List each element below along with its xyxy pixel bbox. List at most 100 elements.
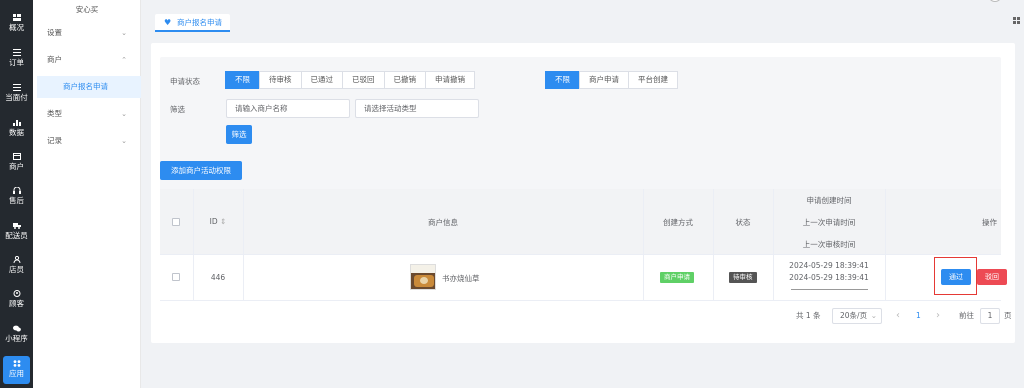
page-size-select[interactable]: 20条/页 ⌄: [832, 308, 882, 324]
source-option-platform-created[interactable]: 平台创建: [628, 71, 678, 89]
status-header: 状态: [735, 218, 751, 227]
add-merchant-activity-permission-button[interactable]: 添加商户活动权限: [160, 161, 242, 180]
source-option-merchant-apply[interactable]: 商户申请: [579, 71, 629, 89]
grid-menu-icon[interactable]: [1013, 17, 1020, 24]
page-size-value: 20条/页: [840, 311, 868, 320]
chevron-down-icon: ⌄: [121, 29, 127, 37]
apply-created-time-header: 申请创建时间: [806, 196, 852, 205]
submenu-item-label: 商户: [47, 55, 62, 64]
merchant-store-icon: [12, 153, 21, 160]
rail-item-staff[interactable]: 店员: [0, 256, 33, 275]
rail-item-label: 当面付: [5, 93, 28, 102]
staff-icon: [13, 256, 20, 263]
next-page-button[interactable]: ›: [936, 307, 940, 325]
current-page-number[interactable]: 1: [916, 307, 921, 325]
last-apply-time-header: 上一次申请时间: [802, 218, 856, 227]
merchant-logo-banner: [411, 265, 435, 273]
main-nav-rail: 概况 订单 当面付 数据 商户 售后 配送员 店员 顾客 小程序 应用: [0, 0, 33, 388]
rail-item-face-pay[interactable]: 当面付: [0, 84, 33, 103]
status-filter-label: 申请状态: [170, 77, 200, 86]
data-chart-icon: [12, 120, 21, 126]
last-review-time-header: 上一次审核时间: [802, 240, 856, 249]
actions-header: 操作: [982, 218, 997, 227]
goto-label: 前往: [959, 311, 974, 320]
apply-created-time: 2024-05-29 18:39:41: [789, 261, 869, 270]
rail-item-label: 顾客: [9, 299, 24, 308]
sub-nav: 安心买 设置 ⌄ 商户 ⌃ 商户报名申请 类型 ⌄ 记录 ⌄: [33, 0, 141, 388]
row-checkbox[interactable]: [172, 273, 180, 281]
rail-item-label: 应用: [9, 369, 24, 378]
id-column-header[interactable]: ID ⇕: [193, 217, 243, 226]
headset-icon: [12, 187, 21, 194]
chevron-down-icon: ⌄: [121, 110, 127, 118]
shop-name: 安心买: [75, 5, 99, 14]
create-method-header: 创建方式: [663, 218, 693, 227]
filter-button[interactable]: 筛选: [226, 125, 252, 144]
chevron-down-icon: ⌄: [870, 311, 877, 320]
face-pay-icon: [12, 84, 21, 91]
delivery-icon: [12, 223, 21, 229]
submenu-item-label: 商户报名申请: [63, 82, 108, 91]
status-segmented-control: 不限 待审核 已通过 已驳回 已撤销 申请撤销: [225, 71, 475, 89]
submenu-item-label: 记录: [47, 136, 62, 145]
activity-type-select[interactable]: 请选择活动类型: [355, 99, 479, 118]
sort-icon[interactable]: ⇕: [220, 217, 226, 226]
status-option-revoke-requested[interactable]: 申请撤销: [425, 71, 475, 89]
submenu-item-merchant[interactable]: 商户 ⌃: [33, 50, 141, 70]
create-method-tag: 商户申请: [660, 272, 694, 283]
table-row: 446 书亦烧仙草 商户申请 待审核 2024-05-29 18:39:41 2…: [160, 255, 1007, 301]
rail-item-delivery[interactable]: 配送员: [0, 222, 33, 241]
rail-item-data[interactable]: 数据: [0, 119, 33, 138]
approve-button[interactable]: 通过: [941, 269, 971, 285]
merchant-info-header: 商户信息: [428, 218, 458, 227]
mini-program-icon: [12, 325, 21, 332]
pagination-total: 共 1 条: [796, 311, 821, 320]
id-header-label: ID: [209, 217, 218, 226]
last-review-time-empty: [791, 289, 868, 290]
status-option-pending[interactable]: 待审核: [259, 71, 302, 89]
rail-item-label: 概况: [9, 23, 24, 32]
chevron-down-icon: ⌄: [121, 137, 127, 145]
apps-grid-icon: [13, 360, 20, 367]
avatar[interactable]: [988, 0, 1002, 2]
tab-merchant-signup[interactable]: ♥ 商户报名申请: [155, 14, 230, 32]
submenu-item-merchant-signup[interactable]: 商户报名申请: [37, 76, 141, 98]
goto-suffix: 页: [1004, 311, 1012, 320]
status-option-rejected[interactable]: 已驳回: [342, 71, 385, 89]
select-all-checkbox[interactable]: [172, 218, 180, 226]
row-id: 446: [210, 273, 226, 282]
rail-item-label: 数据: [9, 128, 24, 137]
status-option-all[interactable]: 不限: [225, 71, 260, 89]
main-card: 申请状态 不限 待审核 已通过 已驳回 已撤销 申请撤销 不限 商户申请 平台创…: [151, 43, 1015, 343]
merchant-name: 书亦烧仙草: [442, 274, 480, 283]
merchant-logo: [410, 264, 436, 290]
rail-item-apps[interactable]: 应用: [3, 356, 30, 384]
dashboard-icon: [12, 14, 21, 21]
filter-panel: 申请状态 不限 待审核 已通过 已驳回 已撤销 申请撤销 不限 商户申请 平台创…: [160, 57, 1001, 195]
customer-icon: [13, 290, 20, 297]
filter-label: 筛选: [170, 105, 185, 114]
merchant-logo-dot: [420, 277, 428, 284]
prev-page-button[interactable]: ‹: [896, 307, 900, 325]
status-tag: 待审核: [729, 272, 757, 283]
rail-item-after-sales[interactable]: 售后: [0, 187, 33, 206]
rail-item-merchant[interactable]: 商户: [0, 153, 33, 172]
merchant-name-input[interactable]: 请输入商户名称: [226, 99, 350, 118]
reject-button[interactable]: 驳回: [977, 269, 1007, 285]
rail-item-mini-program[interactable]: 小程序: [0, 325, 33, 344]
rail-item-orders[interactable]: 订单: [0, 49, 33, 68]
order-list-icon: [12, 49, 21, 56]
status-option-approved[interactable]: 已通过: [300, 71, 343, 89]
rail-item-label: 小程序: [5, 334, 28, 343]
submenu-item-records[interactable]: 记录 ⌄: [33, 131, 141, 151]
goto-page-input[interactable]: 1: [980, 308, 1000, 324]
rail-item-overview[interactable]: 概况: [0, 14, 33, 33]
rail-item-customers[interactable]: 顾客: [0, 290, 33, 309]
tab-label: 商户报名申请: [177, 18, 222, 27]
rail-item-label: 店员: [9, 265, 24, 274]
status-option-revoked[interactable]: 已撤销: [383, 71, 426, 89]
submenu-item-types[interactable]: 类型 ⌄: [33, 104, 141, 124]
submenu-item-settings[interactable]: 设置 ⌄: [33, 23, 141, 43]
submenu-item-label: 设置: [47, 28, 62, 37]
source-option-all[interactable]: 不限: [545, 71, 580, 89]
